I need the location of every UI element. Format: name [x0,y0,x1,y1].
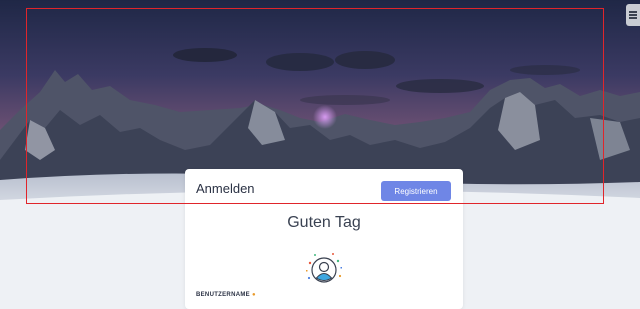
register-button[interactable]: Registrieren [381,181,451,201]
required-marker: ● [251,292,256,298]
username-label-text: BENUTZERNAME [196,292,250,298]
card-header: Anmelden Registrieren [185,169,463,207]
user-avatar-icon [303,249,345,291]
username-label: BENUTZERNAME ● [196,292,256,298]
login-card: Anmelden Registrieren Guten Tag BENUTZER… [185,169,463,309]
greeting-heading: Guten Tag [287,214,361,231]
card-title: Anmelden [196,181,255,196]
menu-button[interactable] [626,4,640,26]
